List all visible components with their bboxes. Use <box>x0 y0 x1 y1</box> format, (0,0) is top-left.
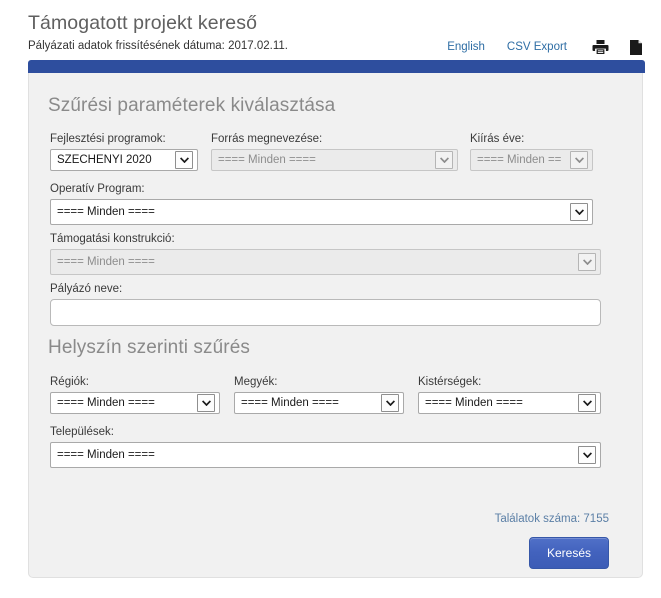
csv-export-link[interactable]: CSV Export <box>507 41 567 53</box>
english-language-link[interactable]: English <box>447 41 485 53</box>
chevron-down-icon <box>570 151 588 169</box>
label-regions: Régiók: <box>50 376 89 388</box>
chevron-down-icon <box>175 151 193 169</box>
chevron-down-icon <box>578 394 596 412</box>
label-micro-regions: Kistérségek: <box>418 376 482 388</box>
select-source-name[interactable]: ==== Minden ==== <box>211 149 458 171</box>
location-section-heading: Helyszín szerinti szűrés <box>48 337 250 358</box>
select-call-year[interactable]: ==== Minden == <box>470 149 593 171</box>
select-regions[interactable]: ==== Minden ==== <box>50 392 220 414</box>
select-operative-program-value: ==== Minden ==== <box>57 206 155 218</box>
select-support-construction-value: ==== Minden ==== <box>57 256 155 268</box>
select-regions-value: ==== Minden ==== <box>57 397 155 409</box>
label-call-year: Kiírás éve: <box>470 133 525 145</box>
chevron-down-icon <box>578 446 596 464</box>
label-settlements: Települések: <box>50 426 114 438</box>
printer-icon[interactable] <box>591 38 609 56</box>
label-counties: Megyék: <box>234 376 278 388</box>
select-settlements[interactable]: ==== Minden ==== <box>50 442 601 468</box>
label-source-name: Forrás megnevezése: <box>211 133 323 145</box>
label-operative-program: Operatív Program: <box>50 183 145 195</box>
page-header: Támogatott projekt kereső Pályázati adat… <box>28 10 645 58</box>
select-micro-regions[interactable]: ==== Minden ==== <box>418 392 601 414</box>
document-icon[interactable] <box>627 38 645 56</box>
select-operative-program[interactable]: ==== Minden ==== <box>50 199 593 225</box>
chevron-down-icon <box>381 394 399 412</box>
header-actions: English CSV Export <box>447 38 645 56</box>
chevron-down-icon <box>570 203 588 221</box>
filter-section-heading: Szűrési paraméterek kiválasztása <box>48 95 336 116</box>
data-refresh-date: Pályázati adatok frissítésének dátuma: 2… <box>28 40 288 52</box>
header-subbar: Pályázati adatok frissítésének dátuma: 2… <box>28 38 645 58</box>
page-title: Támogatott projekt kereső <box>28 12 258 34</box>
label-support-construction: Támogatási konstrukció: <box>50 233 175 245</box>
chevron-down-icon <box>578 253 596 271</box>
select-micro-regions-value: ==== Minden ==== <box>425 397 523 409</box>
select-development-programs[interactable]: SZÉCHENYI 2020 <box>50 149 198 171</box>
select-support-construction[interactable]: ==== Minden ==== <box>50 249 601 275</box>
select-counties-value: ==== Minden ==== <box>241 397 339 409</box>
search-button[interactable]: Keresés <box>529 537 609 569</box>
chevron-down-icon <box>435 151 453 169</box>
select-development-programs-value: SZÉCHENYI 2020 <box>57 154 152 166</box>
select-counties[interactable]: ==== Minden ==== <box>234 392 404 414</box>
select-call-year-value: ==== Minden == <box>477 154 562 166</box>
label-development-programs: Fejlesztési programok: <box>50 133 166 145</box>
select-settlements-value: ==== Minden ==== <box>57 449 155 461</box>
results-count: Találatok száma: 7155 <box>494 513 609 525</box>
label-applicant-name: Pályázó neve: <box>50 283 123 295</box>
search-form-panel: Szűrési paraméterek kiválasztása Fejlesz… <box>28 73 643 578</box>
accent-bar <box>28 60 645 73</box>
chevron-down-icon <box>197 394 215 412</box>
select-source-name-value: ==== Minden ==== <box>218 154 316 166</box>
applicant-name-input[interactable] <box>50 299 601 326</box>
